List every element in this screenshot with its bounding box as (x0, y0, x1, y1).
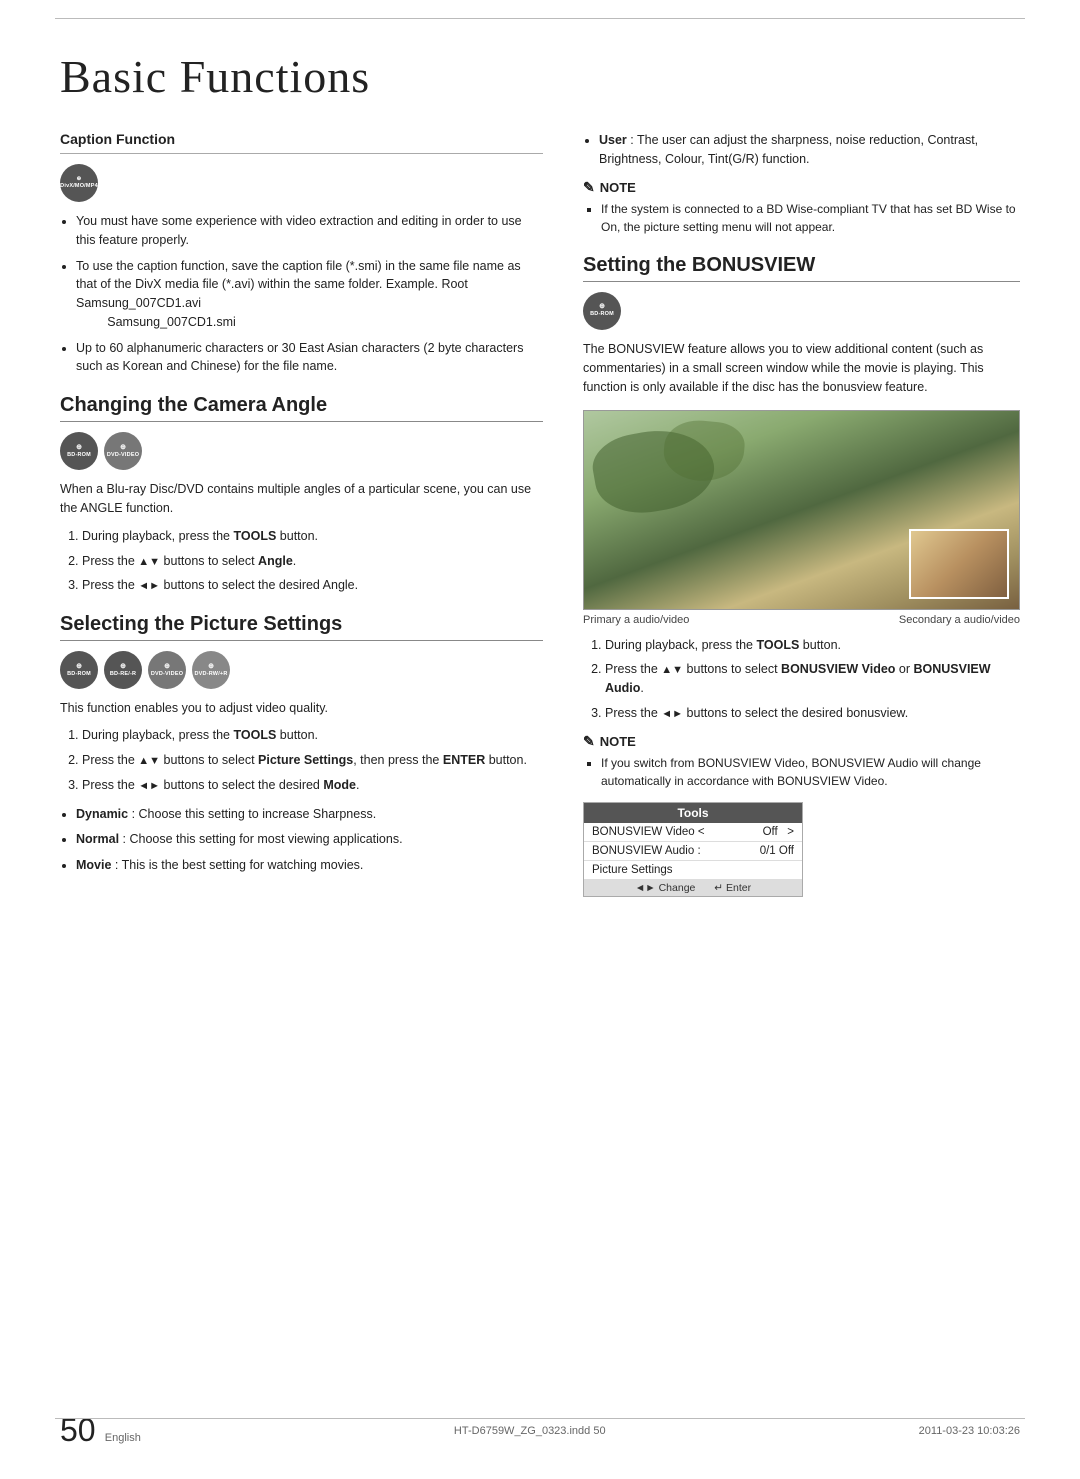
tools-menu-footer: ◄► Change ↵ Enter (584, 880, 802, 896)
footer-date: 2011-03-23 10:03:26 (919, 1425, 1020, 1437)
two-column-layout: Caption Function ⊕ DivX/MO/MP4 You must … (60, 131, 1020, 907)
tools-menu-header: Tools (584, 803, 802, 823)
divx-badge-label: DivX/MO/MP4 (60, 183, 98, 190)
note-list-1: If the system is connected to a BD Wise-… (583, 200, 1020, 236)
camera-angle-steps: During playback, press the TOOLS button.… (60, 527, 543, 595)
picture-settings-title: Selecting the Picture Settings (60, 613, 543, 641)
page-footer: 50 English HT-D6759W_ZG_0323.indd 50 201… (60, 1412, 1020, 1449)
tools-menu: Tools BONUSVIEW Video < Off > BONUSVIEW … (583, 802, 803, 897)
bdrom-badge-bonusview: ⊕ BD-ROM (583, 292, 621, 330)
note-item-2: If you switch from BONUSVIEW Video, BONU… (601, 754, 1020, 790)
camera-angle-intro: When a Blu-ray Disc/DVD contains multipl… (60, 480, 543, 519)
left-column: Caption Function ⊕ DivX/MO/MP4 You must … (60, 131, 543, 907)
picture-step-1: During playback, press the TOOLS button. (82, 726, 543, 745)
bonusview-steps: During playback, press the TOOLS button.… (583, 636, 1020, 723)
divx-badge-icon: ⊕ (77, 176, 82, 183)
note-label-1: NOTE (600, 180, 636, 195)
tools-row-1-label: BONUSVIEW Video < (592, 826, 705, 838)
footer-left: 50 English (60, 1412, 141, 1449)
bonusview-image (583, 410, 1020, 610)
bonusview-image-labels: Primary a audio/video Secondary a audio/… (583, 614, 1020, 626)
dvdrw-badge: ⊕ DVD-RW/+R (192, 651, 230, 689)
user-mode-item: User : The user can adjust the sharpness… (599, 131, 1020, 169)
bonusview-title: Setting the BONUSVIEW (583, 254, 1020, 282)
camera-step-2: Press the ▲▼ buttons to select Angle. (82, 552, 543, 571)
camera-angle-badges: ⊕ BD-ROM ⊕ DVD-VIDEO (60, 432, 543, 470)
tools-footer-change: ◄► Change (635, 882, 695, 894)
caption-bullet-2: To use the caption function, save the ca… (76, 257, 543, 332)
page: Basic Functions Caption Function ⊕ DivX/… (0, 0, 1080, 1479)
caption-bullet-list: You must have some experience with video… (60, 212, 543, 376)
bonusview-note: ✎ NOTE If you switch from BONUSVIEW Vide… (583, 733, 1020, 790)
bonusview-section: Setting the BONUSVIEW ⊕ BD-ROM The BONUS… (583, 254, 1020, 897)
bonusview-badges: ⊕ BD-ROM (583, 292, 1020, 330)
note-icon-2: ✎ (583, 733, 595, 750)
camera-step-1: During playback, press the TOOLS button. (82, 527, 543, 546)
footer-language: English (105, 1432, 141, 1444)
bonusview-step-2: Press the ▲▼ buttons to select BONUSVIEW… (605, 660, 1020, 698)
caption-bullet-1: You must have some experience with video… (76, 212, 543, 250)
tools-row-3: Picture Settings (584, 861, 802, 880)
bonusview-step-1: During playback, press the TOOLS button. (605, 636, 1020, 655)
caption-badges: ⊕ DivX/MO/MP4 (60, 164, 543, 202)
picture-modes-list: Dynamic : Choose this setting to increas… (60, 805, 543, 875)
right-column: User : The user can adjust the sharpness… (573, 131, 1020, 907)
mode-dynamic: Dynamic : Choose this setting to increas… (76, 805, 543, 824)
camera-step-3: Press the ◄► buttons to select the desir… (82, 576, 543, 595)
bonusview-secondary-image (909, 529, 1009, 599)
picture-settings-intro: This function enables you to adjust vide… (60, 699, 543, 718)
note-item-1: If the system is connected to a BD Wise-… (601, 200, 1020, 236)
picture-settings-note: ✎ NOTE If the system is connected to a B… (583, 179, 1020, 236)
mode-normal: Normal : Choose this setting for most vi… (76, 830, 543, 849)
dvdvideo-badge-1: ⊕ DVD-VIDEO (104, 432, 142, 470)
bdrom-badge-2: ⊕ BD-ROM (60, 651, 98, 689)
note-list-2: If you switch from BONUSVIEW Video, BONU… (583, 754, 1020, 790)
picture-settings-steps: During playback, press the TOOLS button.… (60, 726, 543, 794)
bonusview-intro: The BONUSVIEW feature allows you to view… (583, 340, 1020, 398)
tools-row-2-value: 0/1 Off (760, 845, 794, 857)
caption-function-title: Caption Function (60, 131, 543, 147)
bdrom-badge-1: ⊕ BD-ROM (60, 432, 98, 470)
bdrei-badge: ⊕ BD-RE/-R (104, 651, 142, 689)
picture-settings-section: Selecting the Picture Settings ⊕ BD-ROM … (60, 613, 543, 875)
tools-row-3-label: Picture Settings (592, 864, 673, 876)
note-label-2: NOTE (600, 734, 636, 749)
tools-row-1-value: Off > (763, 826, 794, 838)
bonusview-step-3: Press the ◄► buttons to select the desir… (605, 704, 1020, 723)
note-title-2: ✎ NOTE (583, 733, 1020, 750)
mode-movie: Movie : This is the best setting for wat… (76, 856, 543, 875)
divx-badge: ⊕ DivX/MO/MP4 (60, 164, 98, 202)
bonusview-secondary-bg (911, 531, 1007, 597)
dvdvideo-badge-2: ⊕ DVD-VIDEO (148, 651, 186, 689)
page-number: 50 (60, 1412, 96, 1448)
user-mode-list: User : The user can adjust the sharpness… (583, 131, 1020, 169)
note-icon-1: ✎ (583, 179, 595, 196)
camera-angle-title: Changing the Camera Angle (60, 394, 543, 422)
tools-row-2: BONUSVIEW Audio : 0/1 Off (584, 842, 802, 861)
footer-file: HT-D6759W_ZG_0323.indd 50 (454, 1425, 606, 1437)
picture-step-3: Press the ◄► buttons to select the desir… (82, 776, 543, 795)
camera-angle-section: Changing the Camera Angle ⊕ BD-ROM ⊕ DVD… (60, 394, 543, 595)
tools-row-2-label: BONUSVIEW Audio : (592, 845, 701, 857)
picture-settings-badges: ⊕ BD-ROM ⊕ BD-RE/-R ⊕ DVD-VIDEO ⊕ DVD-RW… (60, 651, 543, 689)
note-title-1: ✎ NOTE (583, 179, 1020, 196)
tools-row-1: BONUSVIEW Video < Off > (584, 823, 802, 842)
tools-footer-enter: ↵ Enter (714, 882, 751, 894)
caption-divider (60, 153, 543, 154)
caption-bullet-3: Up to 60 alphanumeric characters or 30 E… (76, 339, 543, 377)
primary-label: Primary a audio/video (583, 614, 689, 626)
secondary-label: Secondary a audio/video (899, 614, 1020, 626)
picture-step-2: Press the ▲▼ buttons to select Picture S… (82, 751, 543, 770)
caption-function-section: Caption Function ⊕ DivX/MO/MP4 You must … (60, 131, 543, 376)
page-title: Basic Functions (60, 50, 1020, 103)
